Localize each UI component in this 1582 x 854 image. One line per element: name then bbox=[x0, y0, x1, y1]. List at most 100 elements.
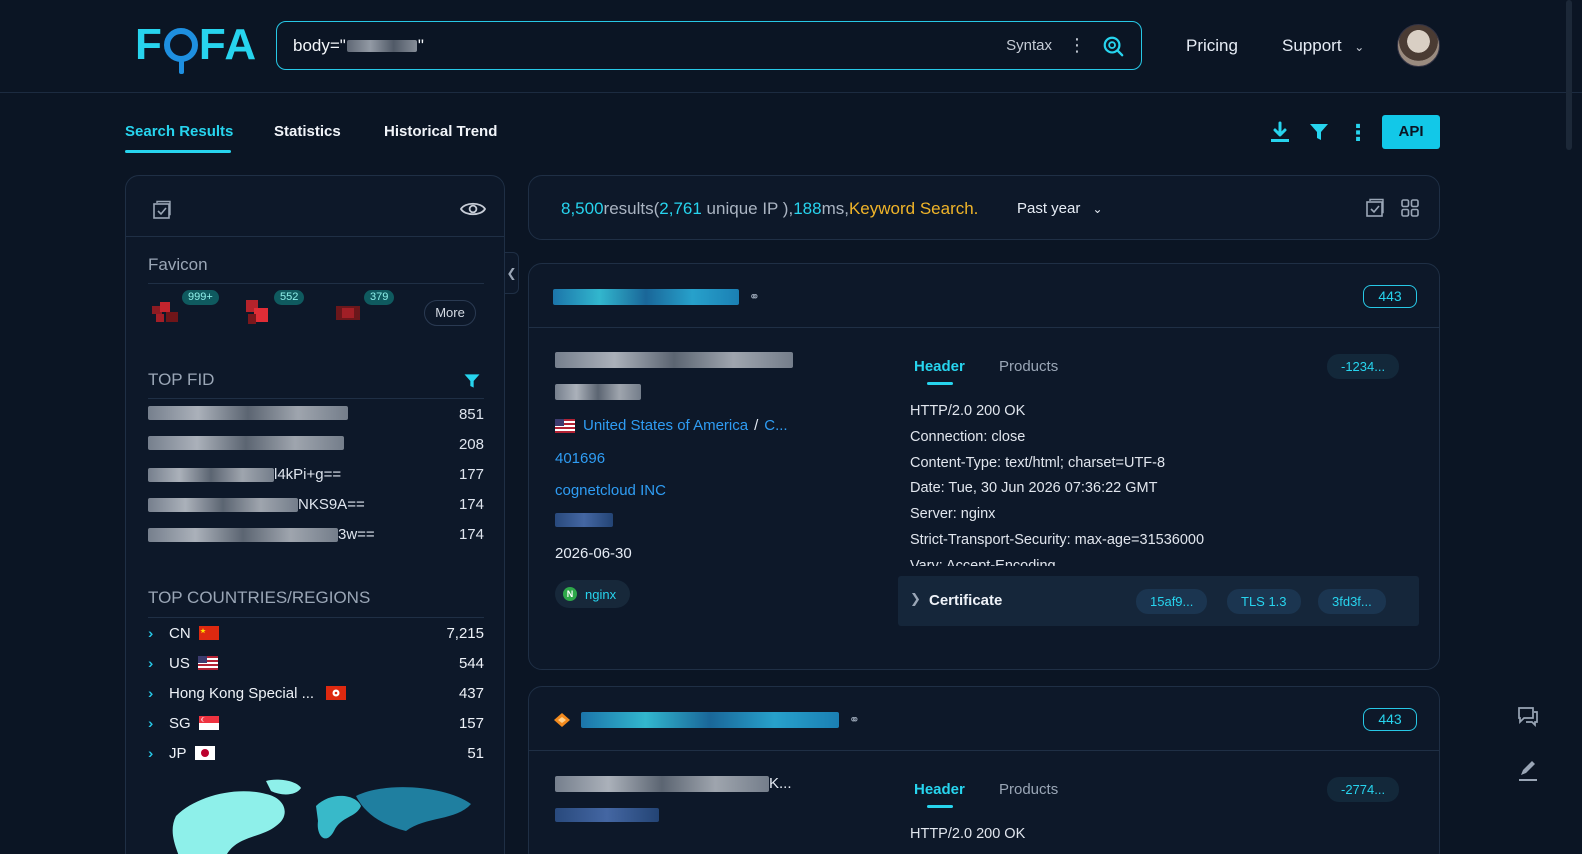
link-icon[interactable]: ⚭ bbox=[749, 289, 760, 305]
redacted-fid bbox=[148, 467, 274, 482]
country-row-hk[interactable]: ›› Hong Kong Special ... 437 bbox=[148, 682, 484, 704]
world-map[interactable] bbox=[156, 776, 476, 854]
redacted-title bbox=[555, 352, 793, 368]
chevron-down-icon: ⌄ bbox=[1092, 202, 1103, 216]
search-input[interactable]: body=" " bbox=[293, 36, 1006, 56]
favicon-more-button[interactable]: More bbox=[424, 300, 476, 326]
favicon-thumb-icon bbox=[336, 306, 360, 320]
fid-row[interactable]: l4kPi+g== 177 bbox=[148, 464, 484, 486]
avatar[interactable] bbox=[1397, 24, 1440, 67]
expand-icon[interactable]: ›› bbox=[148, 625, 169, 641]
filter-icon[interactable] bbox=[1307, 120, 1331, 144]
grid-view-icon[interactable] bbox=[1400, 198, 1420, 218]
redacted-title bbox=[555, 775, 769, 792]
logo-magnifier-icon bbox=[163, 28, 198, 74]
favicon-count-badge: 552 bbox=[274, 290, 305, 305]
redacted-query bbox=[346, 39, 417, 52]
active-tab-indicator bbox=[927, 805, 953, 808]
select-all-icon[interactable] bbox=[152, 200, 172, 220]
search-icon[interactable] bbox=[1102, 35, 1124, 57]
fid-row[interactable]: 851 bbox=[148, 404, 484, 426]
filter-icon[interactable] bbox=[462, 371, 482, 391]
tab-search-results[interactable]: Search Results bbox=[125, 123, 233, 140]
expand-icon[interactable]: ›› bbox=[148, 745, 169, 761]
top-fid-title: TOP FID bbox=[148, 370, 215, 389]
api-button[interactable]: API bbox=[1382, 115, 1440, 149]
fid-row[interactable]: 208 bbox=[148, 434, 484, 456]
china-flag-icon bbox=[198, 626, 219, 640]
hong-kong-flag-icon bbox=[326, 686, 347, 700]
redacted-field bbox=[555, 808, 659, 822]
nginx-icon: N bbox=[563, 587, 577, 601]
tab-header[interactable]: Header bbox=[914, 781, 965, 798]
results-summary: 8,500results(2,761 unique IP ),188ms,Key… bbox=[528, 175, 1440, 240]
hash-chip[interactable]: -2774... bbox=[1327, 777, 1400, 802]
more-actions-icon[interactable]: ⋮ bbox=[1346, 120, 1370, 145]
diamond-icon bbox=[554, 713, 570, 727]
country-row-cn[interactable]: ›› CN 7,215 bbox=[148, 622, 484, 644]
keyword-search-mode: Keyword Search. bbox=[848, 199, 979, 218]
chevron-right-icon: ❯ bbox=[910, 591, 921, 606]
redacted-host bbox=[553, 289, 739, 305]
eye-icon[interactable] bbox=[460, 199, 486, 219]
top-bar: F FA body=" " Syntax ⋮ Pricing Support ⌄ bbox=[0, 0, 1582, 93]
redacted-host bbox=[581, 712, 839, 728]
time-range-select[interactable]: Past year ⌄ bbox=[1017, 200, 1103, 217]
tab-statistics[interactable]: Statistics bbox=[274, 123, 341, 140]
country-row-us[interactable]: ›› US 544 bbox=[148, 652, 484, 674]
result-host-link[interactable]: ⚭ bbox=[553, 288, 760, 306]
fid-row[interactable]: 3w== 174 bbox=[148, 524, 484, 546]
chat-icon[interactable] bbox=[1515, 703, 1541, 729]
collapse-panel-button[interactable]: ❮ bbox=[505, 252, 519, 294]
tab-historical-trend[interactable]: Historical Trend bbox=[384, 123, 497, 140]
fid-row[interactable]: NKS9A== 174 bbox=[148, 494, 484, 516]
support-menu[interactable]: Support ⌄ bbox=[1282, 36, 1364, 56]
cert-chip[interactable]: 3fd3f... bbox=[1318, 589, 1386, 614]
redacted-fid bbox=[148, 436, 344, 450]
download-icon[interactable] bbox=[1268, 120, 1292, 144]
tab-products[interactable]: Products bbox=[999, 358, 1058, 375]
top-countries-title: TOP COUNTRIES/REGIONS bbox=[148, 588, 371, 607]
search-box[interactable]: body=" " Syntax ⋮ bbox=[276, 21, 1142, 70]
hash-chip[interactable]: -1234... bbox=[1327, 354, 1400, 379]
panel-header bbox=[126, 176, 504, 237]
divider bbox=[148, 398, 484, 399]
japan-flag-icon bbox=[194, 746, 215, 760]
country-row-jp[interactable]: ›› JP 51 bbox=[148, 742, 484, 764]
port-badge[interactable]: 443 bbox=[1363, 285, 1417, 308]
result-host-link[interactable]: ⚭ bbox=[553, 711, 860, 729]
favicon-count-badge: 379 bbox=[364, 290, 395, 305]
us-flag-icon bbox=[197, 656, 218, 670]
country-row-sg[interactable]: ›› SG 157 bbox=[148, 712, 484, 734]
cert-chip[interactable]: TLS 1.3 bbox=[1227, 589, 1301, 614]
favicon-item[interactable] bbox=[334, 300, 364, 326]
expand-icon[interactable]: ›› bbox=[148, 685, 169, 701]
scrollbar[interactable] bbox=[1566, 0, 1572, 150]
favicon-item[interactable] bbox=[152, 300, 182, 326]
favicon-item[interactable] bbox=[244, 300, 274, 326]
more-options-icon[interactable]: ⋮ bbox=[1068, 35, 1086, 56]
pricing-link[interactable]: Pricing bbox=[1186, 36, 1238, 56]
filter-panel: Favicon 999+ 552 379 More TOP FID 851 20… bbox=[125, 175, 505, 854]
redacted-fid bbox=[148, 406, 348, 420]
select-all-icon[interactable] bbox=[1365, 198, 1385, 218]
port-badge[interactable]: 443 bbox=[1363, 708, 1417, 731]
divider bbox=[148, 617, 484, 618]
favicon-thumb-icon bbox=[246, 300, 268, 324]
header-content: HTTP/2.0 200 OK Connection: close Conten… bbox=[910, 403, 1205, 566]
result-card: ⚭ 443 K... Header Products -2774... HTTP… bbox=[528, 686, 1440, 854]
result-card: ⚭ 443 United States of America / C... 40… bbox=[528, 263, 1440, 670]
favicon-thumb-icon bbox=[152, 302, 178, 322]
fofa-logo[interactable]: F FA bbox=[135, 20, 257, 74]
tab-products[interactable]: Products bbox=[999, 781, 1058, 798]
certificate-row[interactable]: ❯ Certificate 15af9... TLS 1.3 3fd3f... bbox=[898, 576, 1419, 626]
expand-icon[interactable]: ›› bbox=[148, 715, 169, 731]
chevron-left-icon: ❮ bbox=[506, 266, 517, 280]
product-tag[interactable]: N nginx bbox=[555, 580, 631, 608]
link-icon[interactable]: ⚭ bbox=[849, 712, 860, 728]
expand-icon[interactable]: ›› bbox=[148, 655, 169, 671]
syntax-button[interactable]: Syntax bbox=[1006, 37, 1052, 54]
cert-chip[interactable]: 15af9... bbox=[1136, 589, 1208, 614]
edit-icon[interactable] bbox=[1515, 757, 1541, 783]
tab-header[interactable]: Header bbox=[914, 358, 965, 375]
